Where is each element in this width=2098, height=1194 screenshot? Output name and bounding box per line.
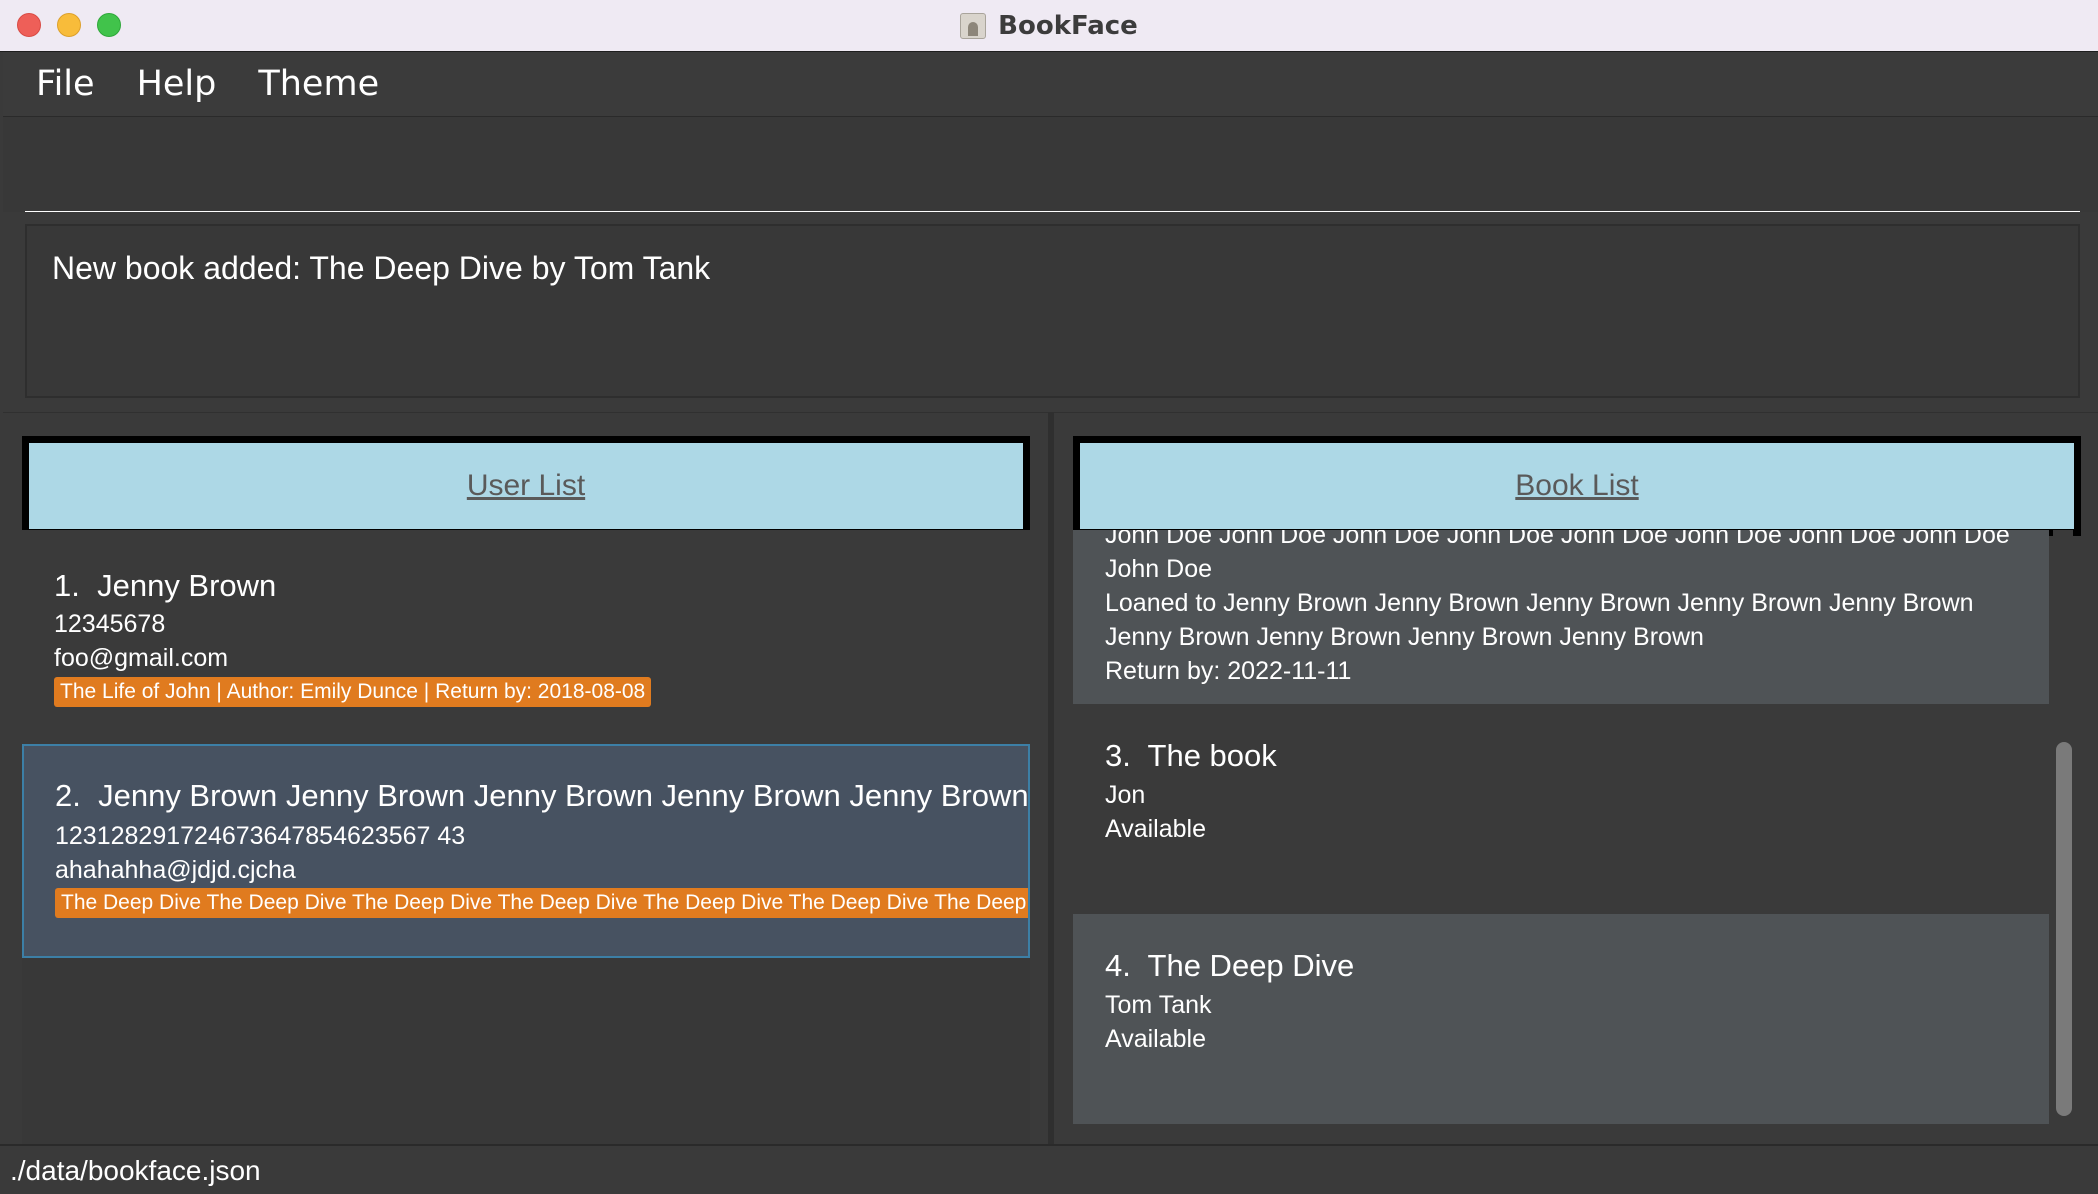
book-status: Available [1105, 815, 1207, 843]
user-list-header[interactable]: User List [22, 436, 1030, 536]
menu-bar: File Help Theme [3, 52, 2098, 117]
book-list-header[interactable]: Book List [1073, 436, 2081, 536]
panel-divider[interactable] [1048, 412, 1054, 1144]
book-index-title: 4. The Deep Dive [1105, 948, 1355, 983]
book-card[interactable]: 4. The Deep Dive Tom Tank Available [1073, 914, 2049, 1124]
app-icon [960, 12, 987, 39]
book-index-title: 3. The book [1105, 738, 1277, 773]
result-display[interactable]: New book added: The Deep Dive by Tom Tan… [25, 224, 2080, 398]
book-status: Available [1105, 1025, 1207, 1053]
menu-file[interactable]: File [36, 64, 95, 104]
command-input[interactable] [25, 147, 2080, 213]
user-email: foo@gmail.com [54, 644, 229, 672]
book-list-title: Book List [1515, 469, 1639, 502]
book-loan-status: Loaned to Jenny Brown Jenny Brown Jenny … [1105, 589, 1974, 651]
menu-help[interactable]: Help [137, 64, 217, 104]
user-list-title: User List [466, 469, 586, 502]
user-card[interactable]: 1. Jenny Brown 12345678 foo@gmail.com Th… [22, 530, 1030, 744]
status-bar: ./data/bookface.json [0, 1144, 2098, 1194]
result-area: New book added: The Deep Dive by Tom Tan… [3, 212, 2098, 412]
menu-theme[interactable]: Theme [258, 64, 379, 104]
title-bar: BookFace [0, 0, 2098, 52]
book-card[interactable]: 3. The book Jon Available [1073, 704, 2049, 914]
user-index-name: 1. Jenny Brown [54, 568, 277, 603]
user-phone: 123128291724673647854623567 43 [55, 822, 466, 850]
book-return-date: Return by: 2022-11-11 [1105, 657, 1352, 685]
book-author: Tom Tank [1105, 991, 1212, 1019]
book-author: Jon [1105, 781, 1146, 809]
book-list-scrollbar-thumb[interactable] [2056, 742, 2072, 1116]
book-list[interactable]: John Doe John Doe John Doe John Doe John… [1073, 530, 2049, 1124]
result-message: New book added: The Deep Dive by Tom Tan… [52, 250, 711, 286]
command-area [3, 117, 2098, 213]
user-list[interactable]: 1. Jenny Brown 12345678 foo@gmail.com Th… [22, 530, 1030, 1144]
loan-tag: The Life of John | Author: Emily Dunce |… [54, 677, 652, 707]
user-phone: 12345678 [54, 610, 166, 638]
user-email: ahahahha@jdjd.cjcha [55, 856, 296, 884]
data-file-path: ./data/bookface.json [10, 1155, 261, 1186]
user-card-selected[interactable]: 2. Jenny Brown Jenny Brown Jenny Brown J… [22, 744, 1030, 958]
window-title: BookFace [998, 10, 1138, 41]
book-author: John Doe John Doe John Doe John Doe John… [1105, 530, 2010, 583]
user-index-name: 2. Jenny Brown Jenny Brown Jenny Brown J… [55, 778, 1030, 813]
window-title-group: BookFace [0, 0, 2098, 51]
book-card-partial[interactable]: John Doe John Doe John Doe John Doe John… [1073, 530, 2049, 704]
loan-tag: The Deep Dive The Deep Dive The Deep Div… [55, 888, 1028, 918]
